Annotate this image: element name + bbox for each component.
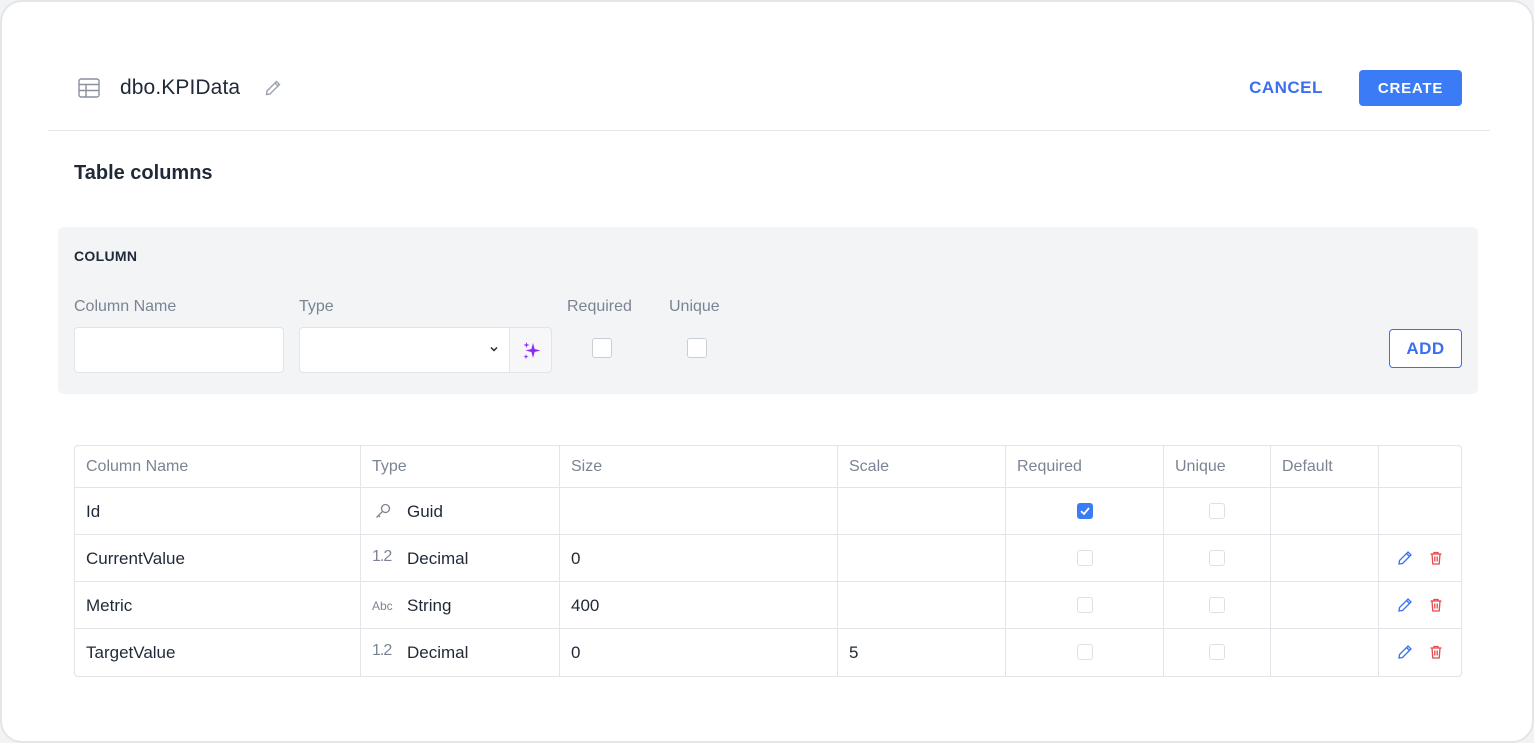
- row-required-checkbox[interactable]: [1077, 550, 1093, 566]
- row-column-name: CurrentValue: [86, 549, 185, 568]
- row-size: 0: [571, 549, 581, 568]
- column-name-label: Column Name: [74, 298, 177, 315]
- row-size: 0: [571, 643, 581, 662]
- key-icon: [376, 503, 391, 518]
- section-title: Table columns: [74, 162, 213, 184]
- row-required-checkbox[interactable]: [1077, 503, 1093, 519]
- table-row: Id Guid: [75, 488, 1461, 535]
- row-unique-checkbox[interactable]: [1209, 503, 1225, 519]
- check-icon: [1080, 507, 1090, 516]
- delete-trash-icon[interactable]: [1428, 644, 1444, 660]
- row-unique-checkbox[interactable]: [1209, 644, 1225, 660]
- row-type: Decimal: [407, 643, 469, 662]
- chevron-down-icon: [490, 346, 498, 352]
- row-size: 400: [571, 596, 600, 615]
- row-required-checkbox[interactable]: [1077, 597, 1093, 613]
- table-icon: [78, 78, 100, 98]
- row-type: String: [407, 596, 452, 615]
- header-actions: [1379, 446, 1461, 487]
- required-checkbox[interactable]: [592, 338, 612, 358]
- row-type: Decimal: [407, 549, 469, 568]
- required-label: Required: [567, 298, 632, 315]
- table-header-row: Column Name Type Size Scale Required Uni…: [75, 446, 1461, 488]
- row-required-checkbox[interactable]: [1077, 644, 1093, 660]
- table-row: Metric Abc String 400: [75, 582, 1461, 629]
- unique-checkbox[interactable]: [687, 338, 707, 358]
- edit-pencil-icon[interactable]: [1397, 550, 1413, 566]
- cancel-button[interactable]: CANCEL: [1238, 70, 1334, 106]
- ai-suggest-button[interactable]: [509, 327, 552, 373]
- create-button[interactable]: CREATE: [1359, 70, 1462, 106]
- header-required: Required: [1017, 458, 1082, 475]
- table-row: CurrentValue 1.2 Decimal 0: [75, 535, 1461, 582]
- table-name-title: dbo.KPIData: [120, 76, 241, 99]
- header-unique: Unique: [1175, 458, 1226, 475]
- row-scale: 5: [849, 643, 859, 662]
- row-unique-checkbox[interactable]: [1209, 550, 1225, 566]
- column-form-heading: COLUMN: [74, 248, 138, 264]
- unique-label: Unique: [669, 298, 720, 315]
- column-form-panel: COLUMN Column Name Type Required Unique …: [58, 227, 1478, 394]
- delete-trash-icon[interactable]: [1428, 597, 1444, 613]
- columns-table: Column Name Type Size Scale Required Uni…: [74, 445, 1462, 677]
- header-column-name: Column Name: [86, 458, 189, 475]
- row-column-name: TargetValue: [86, 643, 176, 662]
- type-label: Type: [299, 298, 334, 315]
- edit-pencil-icon[interactable]: [1397, 644, 1413, 660]
- decimal-icon: 1.2: [372, 548, 392, 565]
- edit-pencil-icon[interactable]: [1397, 597, 1413, 613]
- header-size: Size: [571, 458, 603, 475]
- edit-table-name-icon[interactable]: [264, 79, 282, 97]
- header-scale: Scale: [849, 458, 890, 475]
- delete-trash-icon[interactable]: [1428, 550, 1444, 566]
- type-select[interactable]: [299, 327, 510, 373]
- row-actions: [1379, 488, 1461, 534]
- row-unique-checkbox[interactable]: [1209, 597, 1225, 613]
- column-name-input[interactable]: [74, 327, 284, 373]
- dialog-header: dbo.KPIData CANCEL CREATE: [48, 2, 1490, 131]
- add-column-button[interactable]: ADD: [1389, 329, 1462, 368]
- sparkles-icon: [523, 342, 541, 360]
- header-default: Default: [1282, 458, 1333, 475]
- row-column-name: Metric: [86, 596, 133, 615]
- dialog-frame: dbo.KPIData CANCEL CREATE Table columns …: [0, 0, 1534, 743]
- table-row: TargetValue 1.2 Decimal 0 5: [75, 629, 1461, 676]
- row-column-name: Id: [86, 502, 101, 521]
- decimal-icon: 1.2: [372, 642, 392, 659]
- row-type: Guid: [407, 502, 443, 521]
- header-type: Type: [372, 458, 407, 475]
- string-icon: Abc: [372, 599, 393, 613]
